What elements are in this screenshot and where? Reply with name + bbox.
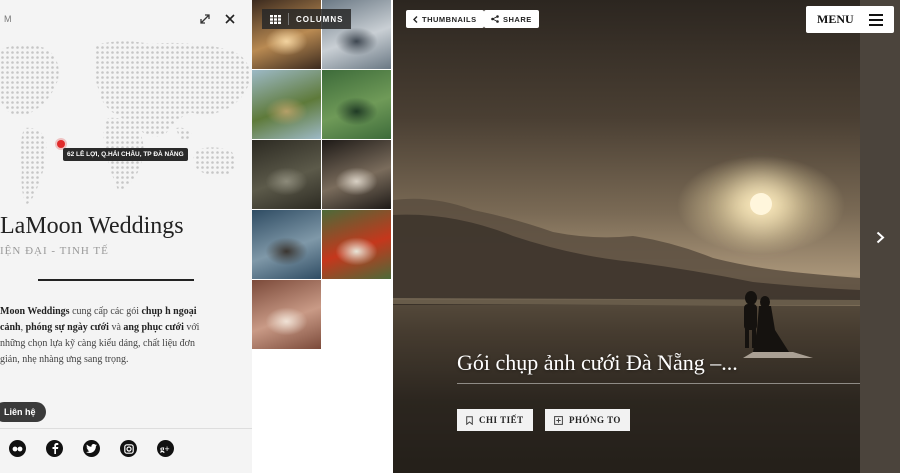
map-pin-label: 62 LÊ LỢI, Q.HẢI CHÂU, TP ĐÀ NẴNG	[63, 148, 188, 161]
columns-label: COLUMNS	[296, 14, 344, 24]
brand-subtitle: IỆN ĐẠI - TINH TẾ	[0, 245, 109, 257]
facebook-icon[interactable]	[46, 440, 63, 457]
share-icon	[491, 15, 499, 23]
google-plus-icon[interactable]: g+	[157, 440, 174, 457]
flickr-icon[interactable]	[9, 440, 26, 457]
description-run: Moon Weddings	[0, 306, 70, 317]
description-run: và	[108, 322, 124, 333]
badge-separator	[288, 13, 289, 25]
brand-description: Moon Weddings cung cấp các gói chụp h ng…	[0, 304, 200, 368]
instagram-icon[interactable]	[120, 440, 137, 457]
thumbnail-green-mountain-road[interactable]	[322, 70, 391, 139]
expand-icon	[200, 14, 210, 24]
title-divider	[38, 279, 194, 281]
close-button[interactable]	[221, 10, 239, 28]
thumbnail-cafe-table[interactable]	[252, 280, 321, 349]
detail-button[interactable]: CHI TIẾT	[457, 409, 533, 431]
hamburger-icon	[869, 13, 883, 26]
hero-divider	[457, 383, 860, 384]
grid-icon	[270, 14, 281, 24]
description-run: cung cấp các gói	[69, 306, 142, 317]
thumbnail-doorway-couple[interactable]	[322, 140, 391, 209]
twitter-icon[interactable]	[83, 440, 100, 457]
chevron-left-icon	[413, 15, 418, 23]
footer-divider	[0, 428, 252, 429]
zoom-button[interactable]: PHÓNG TO	[545, 409, 630, 431]
world-map-dots	[0, 41, 251, 205]
svg-text:g+: g+	[160, 444, 170, 453]
zoom-label: PHÓNG TO	[569, 415, 621, 425]
hero-photo[interactable]	[393, 0, 860, 473]
contact-button[interactable]: Liên hệ	[0, 402, 46, 422]
thumbnail-wooden-bridge[interactable]	[252, 140, 321, 209]
expand-button[interactable]	[196, 10, 214, 28]
bookmark-icon	[466, 415, 473, 425]
columns-toggle[interactable]: COLUMNS	[262, 9, 352, 29]
map-pin-icon[interactable]	[57, 140, 65, 148]
thumbnails-label: THUMBNAILS	[422, 14, 477, 24]
thumbnails-button[interactable]: THUMBNAILS	[406, 10, 484, 28]
menu-label: MENU	[817, 12, 854, 26]
thumbnail-tomatoes[interactable]	[322, 210, 391, 279]
next-arrow-icon[interactable]	[872, 228, 888, 246]
brand-title: LaMoon Weddings	[0, 213, 184, 239]
thumbnail-hill-tree[interactable]	[252, 70, 321, 139]
share-label: SHARE	[503, 14, 532, 24]
info-panel: M 62 LÊ LỢI, Q.HẢI CHÂU, TP ĐÀ NẴNG LaMo…	[0, 0, 252, 473]
thumbnail-grid	[252, 0, 393, 473]
world-map: 62 LÊ LỢI, Q.HẢI CHÂU, TP ĐÀ NẴNG	[0, 40, 252, 210]
description-run: ang phục cưới	[123, 322, 184, 333]
menu-button[interactable]: MENU	[806, 6, 894, 33]
close-icon	[225, 14, 235, 24]
panel-tag: M	[4, 14, 13, 24]
detail-label: CHI TIẾT	[479, 415, 524, 425]
hero-title[interactable]: Gói chụp ảnh cưới Đà Nẵng –...	[457, 350, 738, 376]
hero-landscape	[393, 198, 860, 473]
description-run: phóng sự ngày cưới	[25, 322, 109, 333]
share-button[interactable]: SHARE	[484, 10, 539, 28]
thumbnail-lake-rocks[interactable]	[252, 210, 321, 279]
zoom-in-icon	[554, 415, 563, 425]
